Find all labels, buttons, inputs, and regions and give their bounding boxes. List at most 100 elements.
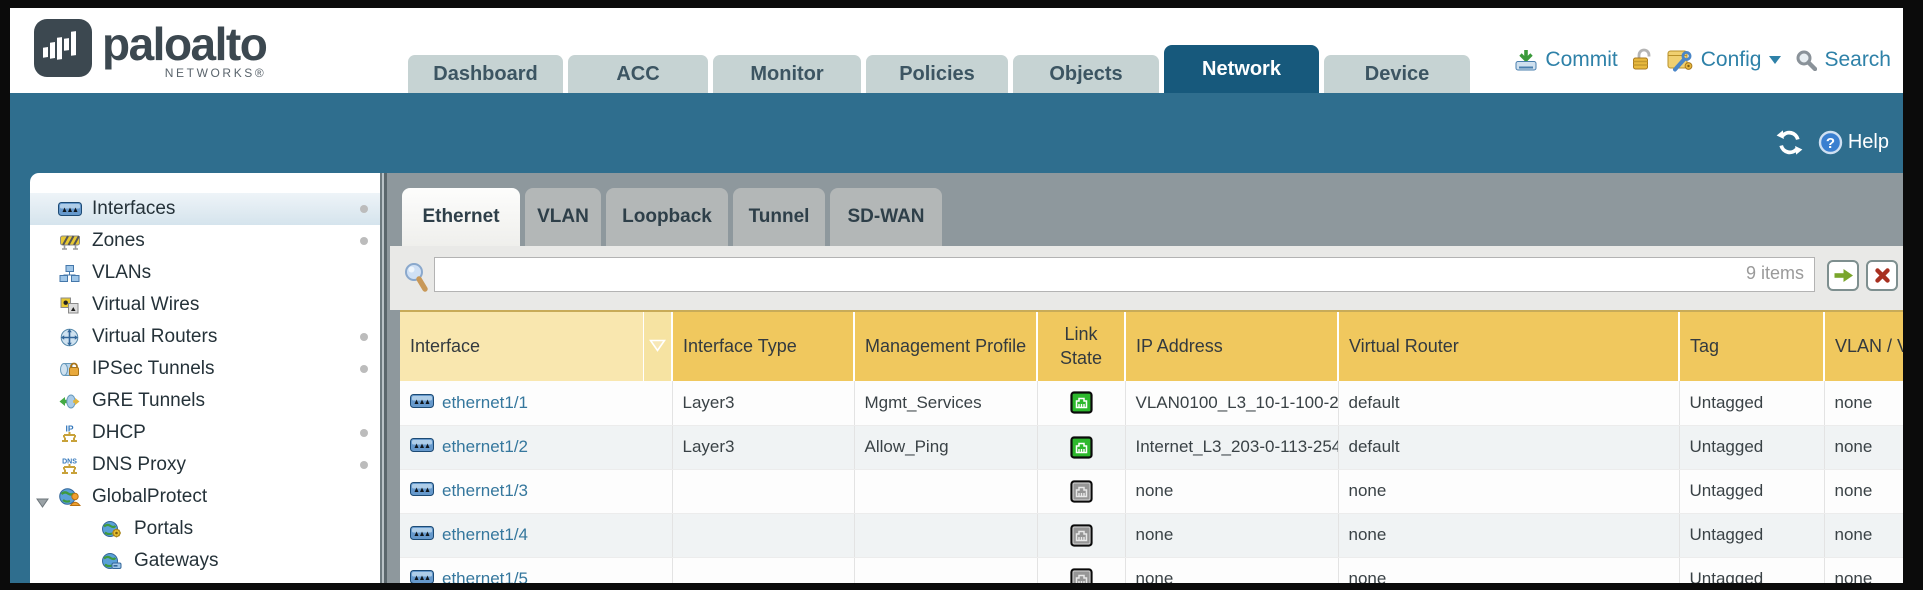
nav-tab-dashboard[interactable]: Dashboard bbox=[408, 55, 563, 93]
refresh-icon[interactable] bbox=[1776, 130, 1803, 155]
search-button[interactable]: Search bbox=[1795, 48, 1891, 72]
cell-management-profile: Allow_Ping bbox=[854, 425, 1037, 469]
table-row: ethernet1/4nonenoneUntaggednone bbox=[400, 513, 1903, 557]
ethernet-interface-icon bbox=[410, 525, 434, 545]
sidebar-item-zones[interactable]: Zones bbox=[30, 225, 380, 257]
cell-vlan-virtual-wire: none bbox=[1824, 425, 1903, 469]
config-menu[interactable]: Config bbox=[1667, 48, 1783, 72]
table-row: ethernet1/3nonenoneUntaggednone bbox=[400, 469, 1903, 513]
item-dot bbox=[360, 365, 368, 373]
zones-icon bbox=[56, 233, 83, 250]
interface-link[interactable]: ethernet1/4 bbox=[442, 525, 528, 545]
sidebar-item-dhcp[interactable]: IPDHCP bbox=[30, 417, 380, 449]
nav-tab-network[interactable]: Network bbox=[1164, 45, 1319, 93]
help-button[interactable]: ? Help bbox=[1818, 130, 1889, 155]
sidebar-item-globalprotect[interactable]: GlobalProtect bbox=[30, 481, 380, 513]
column-header-management-profile[interactable]: Management Profile bbox=[854, 312, 1037, 381]
interface-link[interactable]: ethernet1/5 bbox=[442, 569, 528, 583]
link-down-icon bbox=[1070, 568, 1093, 584]
ethernet-interface-icon bbox=[410, 569, 434, 583]
link-down-icon bbox=[1070, 524, 1093, 547]
item-dot bbox=[360, 205, 368, 213]
sidebar-item-ipsec-tunnels[interactable]: IPSec Tunnels bbox=[30, 353, 380, 385]
cell-ip-address: none bbox=[1125, 557, 1338, 583]
interface-link[interactable]: ethernet1/2 bbox=[442, 437, 528, 457]
subtab-ethernet[interactable]: Ethernet bbox=[402, 188, 520, 246]
cell-interface-type bbox=[672, 469, 854, 513]
item-dot bbox=[360, 237, 368, 245]
cell-virtual-router: none bbox=[1338, 513, 1679, 557]
interfaces-table-container: Interface Interface TypeManagement Profil… bbox=[400, 310, 1903, 583]
cell-interface-type: Layer3 bbox=[672, 381, 854, 425]
expand-triangle-icon[interactable] bbox=[36, 492, 49, 514]
cell-interface: ethernet1/2 bbox=[400, 425, 672, 469]
sidebar-nav: InterfacesZonesVLANsVirtual WiresVirtual… bbox=[30, 173, 380, 583]
gateways-icon bbox=[98, 553, 125, 570]
subtab-tunnel[interactable]: Tunnel bbox=[733, 188, 825, 246]
sidebar-item-label: DNS Proxy bbox=[92, 454, 186, 476]
config-label: Config bbox=[1701, 48, 1762, 72]
cell-link-state bbox=[1037, 425, 1125, 469]
column-header-link-state[interactable]: Link State bbox=[1037, 312, 1125, 381]
cell-interface-type bbox=[672, 557, 854, 583]
cell-tag: Untagged bbox=[1679, 469, 1824, 513]
interface-link[interactable]: ethernet1/1 bbox=[442, 393, 528, 413]
column-header-vlan-virtual-wire[interactable]: VLAN / Virtual Wire bbox=[1824, 312, 1903, 381]
nav-tab-monitor[interactable]: Monitor bbox=[713, 55, 861, 93]
column-header-tag[interactable]: Tag bbox=[1679, 312, 1824, 381]
sort-dropdown[interactable] bbox=[643, 312, 672, 381]
cell-link-state bbox=[1037, 381, 1125, 425]
dns-proxy-icon: DNS bbox=[56, 456, 83, 474]
sidebar-item-gateways[interactable]: Gateways bbox=[30, 545, 380, 577]
cell-vlan-virtual-wire: none bbox=[1824, 513, 1903, 557]
sidebar-item-gre-tunnels[interactable]: GRE Tunnels bbox=[30, 385, 380, 417]
dhcp-icon: IP bbox=[56, 424, 83, 442]
subtab-sd-wan[interactable]: SD-WAN bbox=[830, 188, 942, 246]
filter-toolbar: 9 items bbox=[390, 246, 1903, 310]
cell-virtual-router: default bbox=[1338, 425, 1679, 469]
main-content: EthernetVLANLoopbackTunnelSD-WAN 9 items bbox=[390, 173, 1903, 583]
item-dot bbox=[360, 461, 368, 469]
sidebar-item-portals[interactable]: Portals bbox=[30, 513, 380, 545]
subtab-vlan[interactable]: VLAN bbox=[525, 188, 601, 246]
sidebar-item-virtual-wires[interactable]: Virtual Wires bbox=[30, 289, 380, 321]
cell-tag: Untagged bbox=[1679, 425, 1824, 469]
clear-filter-button[interactable] bbox=[1866, 260, 1898, 291]
header-actions: Commit bbox=[1514, 48, 1891, 72]
filter-input[interactable] bbox=[434, 257, 1815, 292]
nav-tab-objects[interactable]: Objects bbox=[1013, 55, 1159, 93]
svg-text:?: ? bbox=[1826, 135, 1835, 152]
cell-virtual-router: default bbox=[1338, 381, 1679, 425]
nav-tab-device[interactable]: Device bbox=[1324, 55, 1470, 93]
cell-management-profile bbox=[854, 513, 1037, 557]
brand-subtitle: NETWORKS® bbox=[165, 66, 267, 80]
cell-vlan-virtual-wire: none bbox=[1824, 469, 1903, 513]
column-header-ip-address[interactable]: IP Address bbox=[1125, 312, 1338, 381]
subtab-loopback[interactable]: Loopback bbox=[606, 188, 728, 246]
column-header-interface-type[interactable]: Interface Type bbox=[672, 312, 854, 381]
table-header-row: Interface Interface TypeManagement Profil… bbox=[400, 312, 1903, 381]
apply-filter-button[interactable] bbox=[1827, 260, 1859, 291]
lock-button[interactable] bbox=[1631, 48, 1654, 72]
column-header-virtual-router[interactable]: Virtual Router bbox=[1338, 312, 1679, 381]
sidebar-item-interfaces[interactable]: Interfaces bbox=[30, 193, 380, 225]
nav-tab-acc[interactable]: ACC bbox=[568, 55, 708, 93]
cell-management-profile bbox=[854, 557, 1037, 583]
sidebar-item-dns-proxy[interactable]: DNS DNS Proxy bbox=[30, 449, 380, 481]
sidebar-item-virtual-routers[interactable]: Virtual Routers bbox=[30, 321, 380, 353]
nav-tab-policies[interactable]: Policies bbox=[866, 55, 1008, 93]
brand-logo: paloalto NETWORKS® bbox=[34, 19, 266, 80]
cell-tag: Untagged bbox=[1679, 381, 1824, 425]
cell-interface: ethernet1/1 bbox=[400, 381, 672, 425]
interface-link[interactable]: ethernet1/3 bbox=[442, 481, 528, 501]
sidebar-splitter[interactable] bbox=[380, 173, 390, 583]
commit-button[interactable]: Commit bbox=[1514, 48, 1617, 72]
interface-type-tabs: EthernetVLANLoopbackTunnelSD-WAN bbox=[402, 188, 942, 246]
lock-icon bbox=[1631, 48, 1654, 72]
cell-vlan-virtual-wire: none bbox=[1824, 381, 1903, 425]
sidebar-item-vlans[interactable]: VLANs bbox=[30, 257, 380, 289]
search-label: Search bbox=[1824, 48, 1891, 72]
column-header-interface[interactable]: Interface bbox=[400, 312, 643, 381]
interfaces-icon bbox=[56, 202, 83, 216]
link-up-icon bbox=[1070, 391, 1093, 414]
